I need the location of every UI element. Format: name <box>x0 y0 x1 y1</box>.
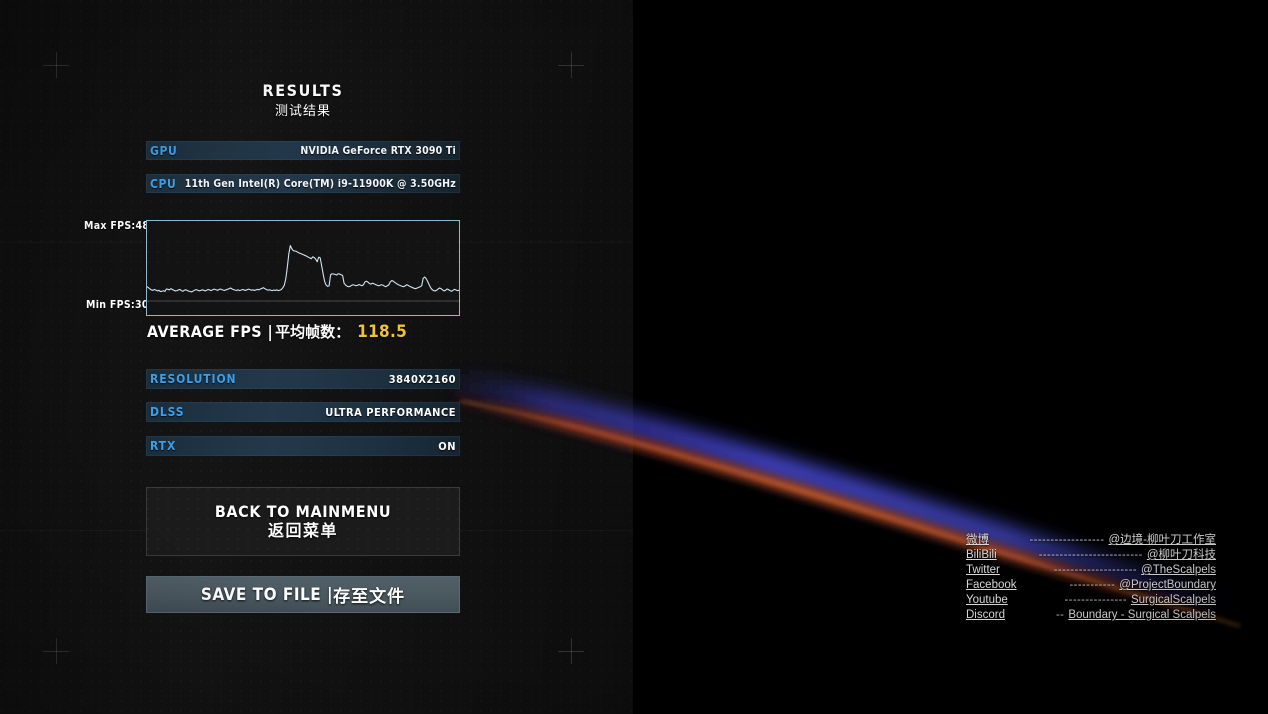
save-to-file-button[interactable]: SAVE TO FILE | 存至文件 <box>146 576 460 613</box>
setting-row-resolution-value: 3840X2160 <box>388 372 456 386</box>
social-links: 微博 ------------------ @边境-柳叶刀工作室 BiliBil… <box>966 533 1216 623</box>
setting-row-rtx-label: RTX <box>150 439 177 453</box>
social-dots: --------------- <box>1064 594 1127 606</box>
page-title: RESULTS 测试结果 <box>146 82 460 120</box>
social-handle-youtube[interactable]: SurgicalScalpels <box>1131 593 1216 608</box>
social-name-discord: Discord <box>966 609 1005 621</box>
fps-graph-line <box>147 246 459 292</box>
save-to-file-label-cn: 存至文件 <box>333 587 406 606</box>
social-row-bilibili[interactable]: BiliBili ------------------------- @柳叶刀科… <box>966 548 1216 563</box>
average-fps-row: AVERAGE FPS | 平均帧数： 118.5 <box>147 321 407 342</box>
social-dots: ------------------------- <box>1038 549 1143 561</box>
social-dots: -------------------- <box>1053 564 1138 576</box>
social-handle-weibo[interactable]: @边境-柳叶刀工作室 <box>1108 533 1216 548</box>
setting-row-rtx: RTX ON <box>146 436 460 456</box>
setting-row-rtx-value: ON <box>438 439 456 453</box>
info-row-cpu: CPU 11th Gen Intel(R) Core(TM) i9-11900K… <box>146 174 460 193</box>
social-handle-bilibili[interactable]: @柳叶刀科技 <box>1147 548 1216 563</box>
average-fps-label-cn: 平均帧数： <box>275 324 351 341</box>
social-handle-facebook[interactable]: @ProjectBoundary <box>1119 578 1216 593</box>
social-dots: ----------- <box>1069 579 1116 591</box>
social-handle-twitter[interactable]: @TheScalpels <box>1141 563 1216 578</box>
page-title-cn: 测试结果 <box>274 103 331 118</box>
social-row-discord[interactable]: Discord -- Boundary - Surgical Scalpels <box>966 608 1216 623</box>
setting-row-dlss-label: DLSS <box>150 405 185 419</box>
setting-row-dlss-value: ULTRA PERFORMANCE <box>325 405 456 419</box>
info-row-gpu: GPU NVIDIA GeForce RTX 3090 Ti <box>146 141 460 160</box>
social-name-facebook: Facebook <box>966 579 1017 591</box>
back-to-mainmenu-label-cn: 返回菜单 <box>267 522 338 540</box>
social-dots: -- <box>1056 609 1065 621</box>
results-content: RESULTS 测试结果 GPU NVIDIA GeForce RTX 3090… <box>0 0 633 714</box>
social-name-bilibili: BiliBili <box>966 549 997 561</box>
fps-graph <box>146 220 460 316</box>
save-to-file-label-en: SAVE TO FILE | <box>200 584 334 605</box>
social-handle-discord[interactable]: Boundary - Surgical Scalpels <box>1068 608 1216 623</box>
social-row-facebook[interactable]: Facebook ----------- @ProjectBoundary <box>966 578 1216 593</box>
social-row-twitter[interactable]: Twitter -------------------- @TheScalpel… <box>966 563 1216 578</box>
back-to-mainmenu-button[interactable]: BACK TO MAINMENU 返回菜单 <box>146 487 460 556</box>
social-name-youtube: Youtube <box>966 594 1008 606</box>
social-dots: ------------------ <box>1029 534 1105 546</box>
info-row-gpu-label: GPU <box>150 143 178 158</box>
social-name-weibo: 微博 <box>966 534 989 546</box>
social-row-youtube[interactable]: Youtube --------------- SurgicalScalpels <box>966 593 1216 608</box>
social-name-twitter: Twitter <box>966 564 1000 576</box>
setting-row-resolution: RESOLUTION 3840X2160 <box>146 369 460 389</box>
results-screen: RESULTS 测试结果 GPU NVIDIA GeForce RTX 3090… <box>0 0 1268 714</box>
info-row-cpu-label: CPU <box>150 176 177 191</box>
setting-row-resolution-label: RESOLUTION <box>150 372 237 386</box>
info-row-gpu-value: NVIDIA GeForce RTX 3090 Ti <box>300 144 456 157</box>
info-row-cpu-value: 11th Gen Intel(R) Core(TM) i9-11900K @ 3… <box>184 177 456 190</box>
average-fps-value: 118.5 <box>357 322 408 342</box>
fps-graph-svg <box>147 221 459 302</box>
social-row-weibo[interactable]: 微博 ------------------ @边境-柳叶刀工作室 <box>966 533 1216 548</box>
back-to-mainmenu-label-en: BACK TO MAINMENU <box>214 501 392 521</box>
setting-row-dlss: DLSS ULTRA PERFORMANCE <box>146 402 460 422</box>
average-fps-label-en: AVERAGE FPS | <box>147 322 274 341</box>
page-title-en: RESULTS <box>262 81 344 100</box>
